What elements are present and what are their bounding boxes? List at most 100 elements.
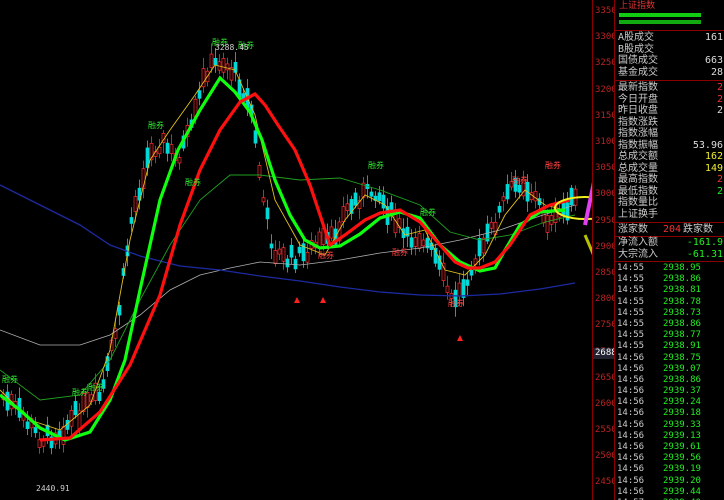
tick-price: 2939.44: [663, 486, 701, 497]
stat-row: 总成交量 149: [615, 163, 724, 175]
panel-header: 上证指数: [615, 0, 724, 31]
candle-body: [73, 401, 78, 416]
tick-price: 2938.77: [663, 330, 701, 341]
tick-price: 2938.75: [663, 352, 701, 363]
tick-time: 14:56: [617, 486, 645, 497]
candle-body: [457, 282, 462, 297]
tick-time: 14:55: [617, 330, 645, 341]
index-stats: 最新指数 2 今日开盘 2 昨日收盘 2 指数涨跌 指数涨幅 指数振幅 53.96 总成交额 162 总…: [615, 81, 724, 223]
tick-time: 14:56: [617, 419, 645, 430]
decline-label: 跌家数: [683, 224, 713, 235]
candle-body: [445, 285, 450, 293]
tick-time: 14:56: [617, 430, 645, 441]
tick-price: 2938.86: [663, 374, 701, 385]
advance-label: 涨家数: [618, 224, 648, 235]
candle-body: [69, 410, 74, 427]
up-arrow-icon: [457, 335, 463, 341]
ma-red-line: [39, 92, 571, 442]
candle-body: [533, 191, 538, 202]
stat-label: 指数涨跌: [618, 116, 658, 128]
candle-body: [25, 421, 30, 429]
candle-body: [117, 305, 122, 316]
stat-row: 基金成交 28: [615, 67, 724, 79]
signal-label: 融券: [185, 177, 201, 187]
stat-row: 上证换手: [615, 209, 724, 221]
stat-value: -61.31: [686, 248, 723, 260]
tick-row: 14:56 2939.20: [615, 476, 724, 487]
tick-time: 14:56: [617, 374, 645, 385]
candle-body: [289, 244, 294, 258]
candle-body: [369, 191, 374, 197]
candle-body: [341, 206, 346, 223]
tick-row: 14:55 2938.86: [615, 319, 724, 330]
candle-body: [477, 238, 482, 257]
candle-body: [421, 239, 426, 247]
signal-label: 融券: [368, 160, 384, 170]
candle-body: [257, 165, 262, 178]
tick-price: 2939.19: [663, 464, 701, 475]
tick-price: 2938.81: [663, 285, 701, 296]
stat-label: 最新指数: [618, 82, 658, 93]
signal-label: 融券: [72, 387, 88, 397]
stat-label: 净流入额: [618, 237, 658, 248]
candle-body: [213, 58, 218, 66]
candle-body: [517, 184, 522, 193]
stat-label: B股成交: [618, 43, 655, 55]
tick-row: 14:56 2939.33: [615, 420, 724, 431]
candle-body: [277, 248, 282, 255]
stat-row: 总成交额 162: [615, 151, 724, 163]
tick-row: 14:55 2938.91: [615, 341, 724, 352]
stat-row: 指数振幅 53.96: [615, 140, 724, 152]
candle-body: [329, 226, 334, 239]
low-price-label: 2440.91: [36, 484, 70, 493]
kline-chart[interactable]: 融券融券融券融券融券 融券融券融券融券融券融券融券融券融券 3288.45 244…: [0, 0, 592, 500]
stat-row: 最低指数 2: [615, 186, 724, 198]
stat-label: 昨日收盘: [618, 105, 658, 116]
candle-body: [129, 217, 134, 224]
candle-body: [273, 250, 278, 265]
tick-time: 14:56: [617, 453, 645, 464]
tick-time: 14:55: [617, 296, 645, 307]
tick-time: 14:55: [617, 263, 645, 273]
candle-body: [353, 192, 358, 206]
tick-price: 2938.86: [663, 274, 701, 285]
stat-row: B股成交: [615, 44, 724, 56]
signal-label: 融券: [392, 247, 408, 257]
tick-time: 14:56: [617, 475, 645, 486]
tick-time: 14:55: [617, 341, 645, 352]
tick-time: 14:55: [617, 307, 645, 318]
stat-row: 指数量比: [615, 197, 724, 209]
up-arrow-icon: [294, 297, 300, 303]
tick-row: 14:56 2938.75: [615, 353, 724, 364]
tick-row: 14:55 2938.95: [615, 263, 724, 274]
stat-label: 指数振幅: [618, 139, 658, 151]
tick-row: 14:56 2939.24: [615, 397, 724, 408]
stat-row: A股成交 161: [615, 32, 724, 44]
tick-row: 14:56 2939.13: [615, 431, 724, 442]
signal-label: 融券: [148, 120, 164, 130]
tick-price: 2939.13: [663, 430, 701, 441]
tick-row: 14:56 2939.18: [615, 408, 724, 419]
tick-price: 2939.61: [663, 442, 701, 452]
tick-price: 2939.37: [663, 386, 701, 397]
candle-body: [177, 157, 182, 164]
stat-value: -161.9: [686, 237, 723, 248]
stat-label: 今日开盘: [618, 93, 658, 105]
candle-body: [293, 258, 298, 270]
candle-body: [269, 243, 274, 249]
candle-body: [133, 196, 138, 212]
tick-row: 14:56 2939.37: [615, 386, 724, 397]
candle-body: [197, 90, 202, 99]
tick-row: 14:56 2939.19: [615, 464, 724, 475]
market-stats: A股成交 161 B股成交 国债成交 663 基金成交 28: [615, 31, 724, 81]
candle-body: [169, 144, 174, 154]
candle-body: [209, 53, 214, 68]
candle-body: [285, 258, 290, 268]
tick-row: 14:55 2938.78: [615, 297, 724, 308]
stat-value: 161: [704, 32, 723, 43]
up-arrow-markers: [294, 297, 463, 341]
tick-row: 14:56 2939.07: [615, 364, 724, 375]
tick-time: 14:56: [617, 386, 645, 397]
tick-price: 2938.78: [663, 296, 701, 307]
candle-body: [497, 205, 502, 213]
